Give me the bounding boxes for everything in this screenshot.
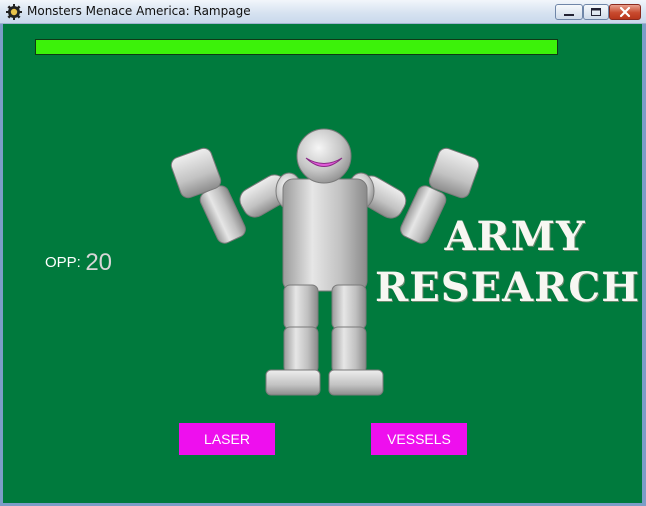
screen-title-line2: RESEARCH <box>375 264 641 311</box>
robot-torso <box>282 178 368 292</box>
title-bar[interactable]: Monsters Menace America: Rampage <box>0 0 646 24</box>
minimize-icon <box>564 14 574 16</box>
close-icon <box>619 6 631 18</box>
window-title: Monsters Menace America: Rampage <box>27 4 251 18</box>
health-bar <box>35 39 558 55</box>
opp-label: OPP: <box>45 254 81 271</box>
app-window: Monsters Menace America: Rampage OPP: 20 <box>0 0 646 506</box>
opp-value: 20 <box>85 249 113 276</box>
robot-right-foot <box>328 369 384 396</box>
robot-head <box>296 128 352 184</box>
health-bar-fill <box>36 40 557 54</box>
screen-title-line1: ARMY <box>444 213 586 260</box>
robot-legs <box>283 284 367 374</box>
robot-left-arm <box>170 147 290 244</box>
close-button[interactable] <box>609 4 641 20</box>
opp-counter: OPP: 20 <box>45 249 112 277</box>
robot-left-foot <box>265 369 321 396</box>
screen-title: ARMY RESEARCH <box>375 212 641 314</box>
maximize-button[interactable] <box>583 4 609 20</box>
minimize-button[interactable] <box>555 4 583 20</box>
laser-button[interactable]: LASER <box>179 423 275 455</box>
vessels-button[interactable]: VESSELS <box>371 423 467 455</box>
maximize-icon <box>591 8 601 16</box>
game-area[interactable]: OPP: 20 ARMY RESEARCH LASER VESSELS <box>3 24 642 503</box>
gear-icon[interactable] <box>6 4 22 20</box>
